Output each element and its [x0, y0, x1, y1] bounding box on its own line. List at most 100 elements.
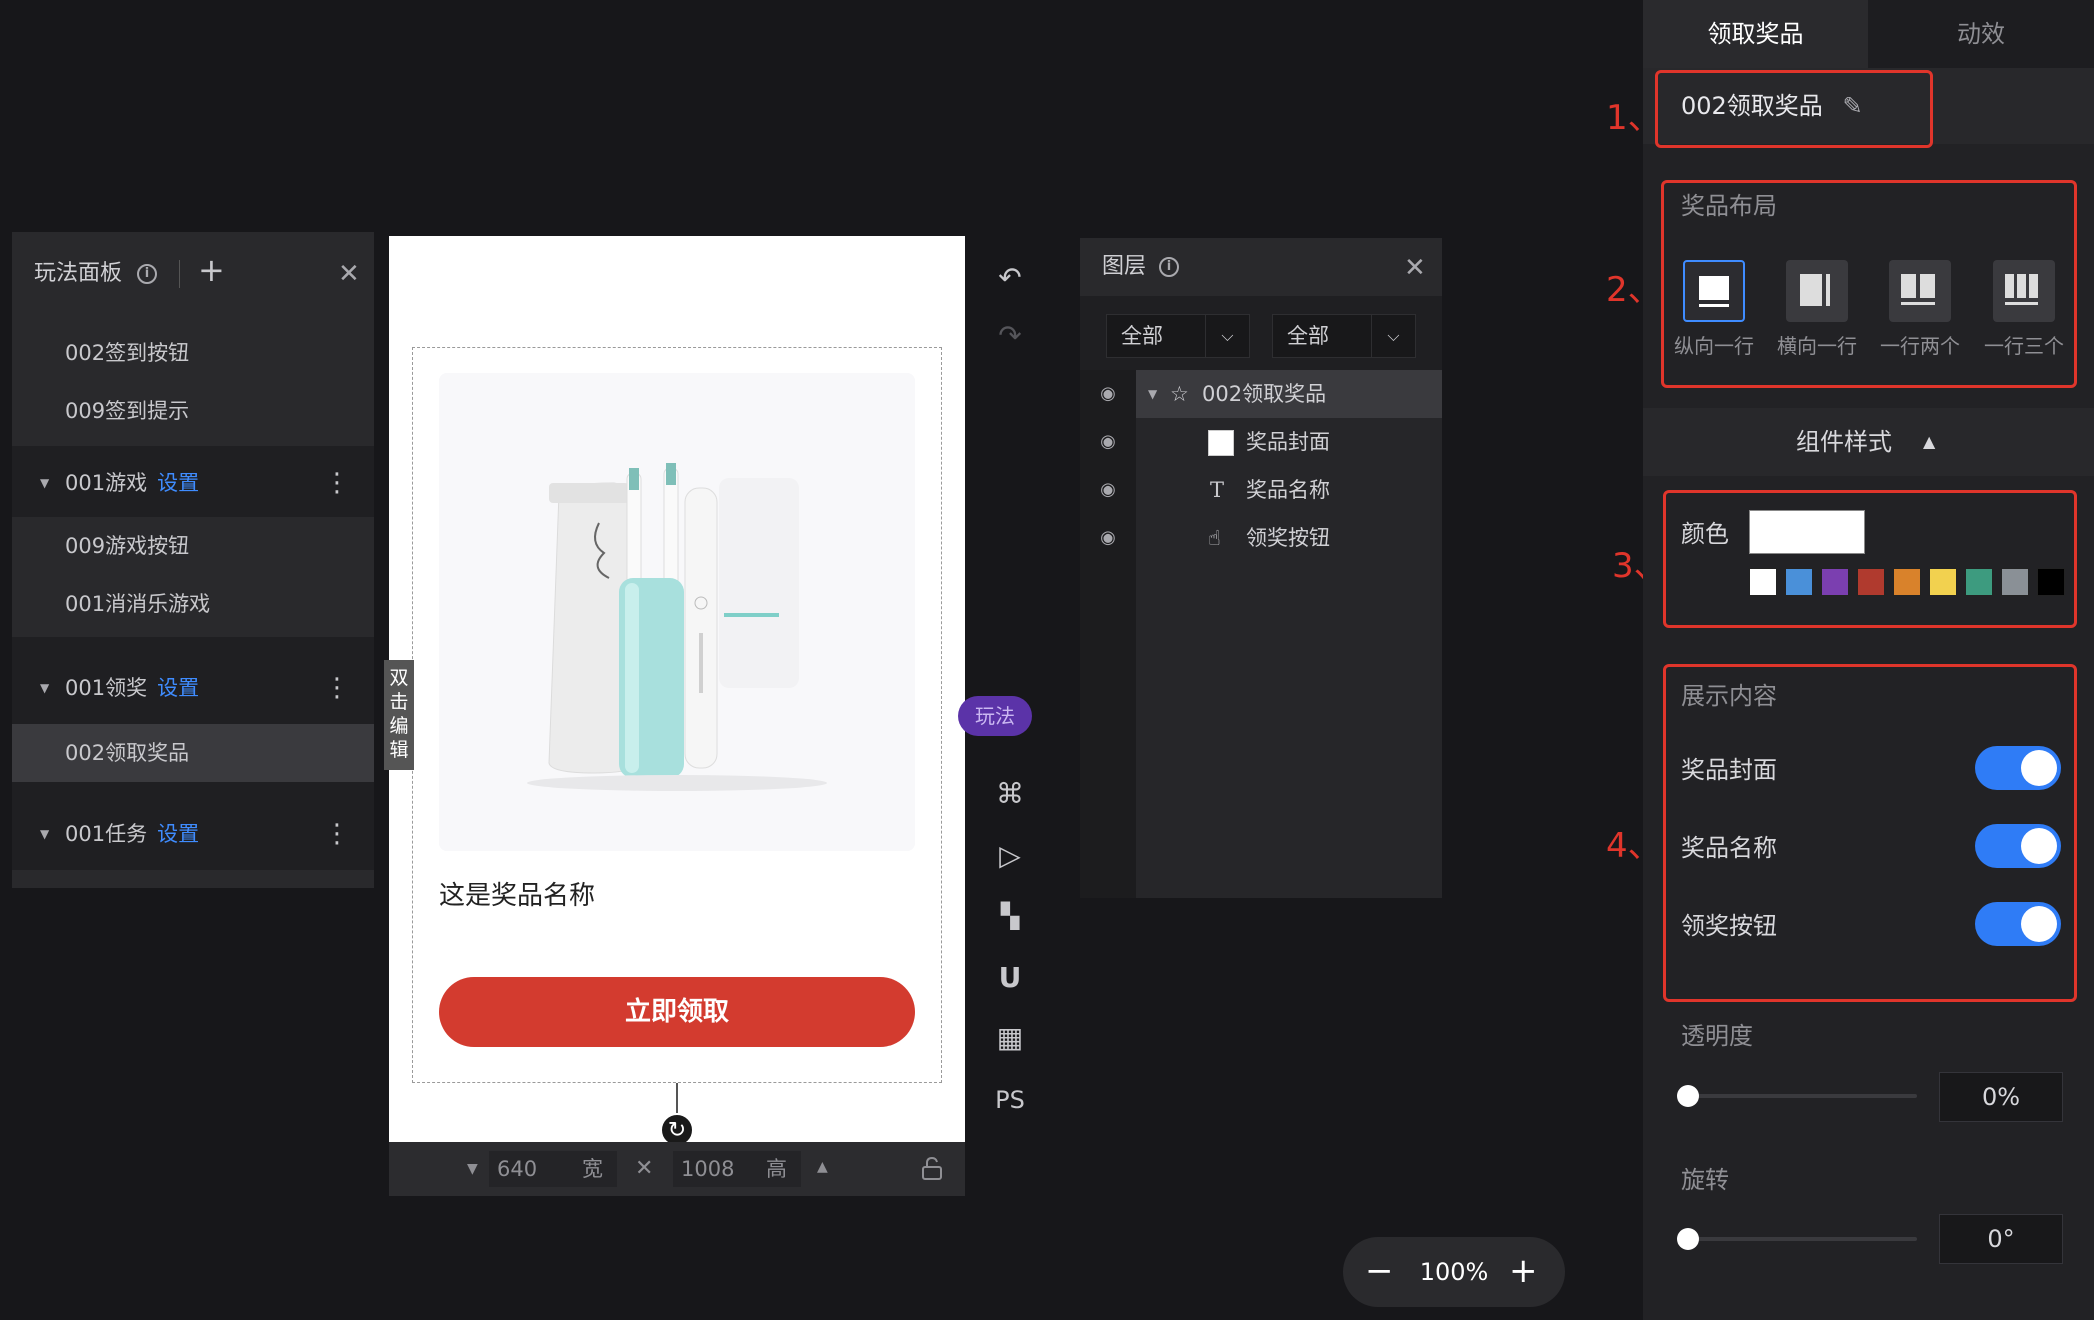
layout-vertical-option[interactable]: [1683, 260, 1745, 322]
layer-row[interactable]: 奖品封面: [1136, 418, 1442, 466]
redo-icon[interactable]: ↷: [990, 316, 1030, 356]
tab-claim-prize[interactable]: 领取奖品: [1643, 0, 1868, 68]
command-icon[interactable]: ⌘: [990, 774, 1030, 814]
rotate-slider-handle[interactable]: [1677, 1228, 1699, 1250]
list-item[interactable]: 002签到按钮: [12, 324, 374, 382]
group-game[interactable]: ▼ 001游戏 设置 ⋮: [12, 454, 374, 512]
group-prize[interactable]: ▼ 001领奖 设置 ⋮: [12, 659, 374, 717]
swatch-purple[interactable]: [1821, 568, 1849, 596]
prize-name[interactable]: 这是奖品名称: [439, 875, 595, 912]
info-icon[interactable]: i: [137, 264, 158, 284]
name-toggle[interactable]: [1975, 824, 2061, 868]
rotate-slider-track[interactable]: [1683, 1237, 1917, 1241]
caret-down-icon[interactable]: ▼: [40, 454, 49, 512]
settings-link[interactable]: 设置: [157, 822, 199, 846]
layout-horizontal-option[interactable]: [1786, 260, 1848, 322]
magnet-icon[interactable]: U: [990, 958, 1030, 998]
list-item[interactable]: 009游戏按钮: [12, 517, 374, 575]
caret-up-icon[interactable]: ▲: [1923, 408, 1935, 476]
color-preview[interactable]: [1749, 510, 1865, 554]
lock-open-icon[interactable]: [921, 1156, 943, 1180]
opacity-slider-handle[interactable]: [1677, 1085, 1699, 1107]
layout-caption: 一行两个: [1880, 334, 1960, 358]
button-toggle[interactable]: [1975, 902, 2061, 946]
chevron-down-icon: ⌵: [1371, 315, 1415, 357]
eye-icon[interactable]: ◉: [1096, 382, 1120, 406]
opacity-slider-track[interactable]: [1683, 1094, 1917, 1098]
width-input[interactable]: 640 宽: [489, 1151, 617, 1187]
caret-down-icon[interactable]: ▼: [40, 659, 49, 717]
list-item-selected[interactable]: 002领取奖品: [12, 724, 374, 782]
swatch-orange[interactable]: [1893, 568, 1921, 596]
swatch-black[interactable]: [2037, 568, 2065, 596]
eye-icon[interactable]: ◉: [1096, 430, 1120, 454]
layout-two-per-row-option[interactable]: [1889, 260, 1951, 322]
edit-pencil-icon[interactable]: ✎: [1842, 92, 1862, 120]
group-task[interactable]: ▼ 001任务 设置 ⋮: [12, 805, 374, 863]
claim-button[interactable]: 立即领取: [439, 977, 915, 1047]
tab-animation[interactable]: 动效: [1868, 0, 2094, 68]
rotate-input[interactable]: 0°: [1939, 1214, 2063, 1264]
cover-toggle[interactable]: [1975, 746, 2061, 790]
edit-tag-label: 双击编辑: [389, 667, 409, 761]
prize-cover-image[interactable]: [439, 373, 915, 851]
swatch-red[interactable]: [1857, 568, 1885, 596]
more-vertical-icon[interactable]: ⋮: [324, 659, 350, 717]
caret-down-icon[interactable]: ▼: [40, 805, 49, 863]
group-name: 001游戏: [65, 471, 148, 495]
undo-icon[interactable]: ↶: [990, 258, 1030, 298]
layer-row-group[interactable]: ▼ ☆ 002领取奖品: [1136, 370, 1442, 418]
eye-icon[interactable]: ◉: [1096, 478, 1120, 502]
layout-caption: 一行三个: [1984, 334, 2064, 358]
filter-value: 全部: [1121, 324, 1163, 348]
eye-icon[interactable]: ◉: [1096, 526, 1120, 550]
toggle-label: 奖品名称: [1681, 834, 1777, 862]
layer-row[interactable]: T 奖品名称: [1136, 466, 1442, 514]
filter-select-2[interactable]: 全部 ⌵: [1272, 314, 1416, 358]
swatch-yellow[interactable]: [1929, 568, 1957, 596]
swatch-gray[interactable]: [2001, 568, 2029, 596]
component-name-wrap[interactable]: 002领取奖品 ✎: [1681, 88, 1863, 124]
play-panel: 玩法面板 i + ✕ 002签到按钮 009签到提示 ▼ 001游戏 设置 ⋮ 0…: [12, 232, 374, 888]
list-item-label: 002领取奖品: [65, 741, 190, 765]
info-icon[interactable]: i: [1159, 257, 1180, 277]
caret-down-icon[interactable]: ▼: [467, 1154, 478, 1184]
layer-label: 领奖按钮: [1246, 526, 1330, 550]
list-item[interactable]: 001消消乐游戏: [12, 575, 374, 633]
play-chip[interactable]: 玩法: [958, 696, 1032, 736]
settings-link[interactable]: 设置: [157, 676, 199, 700]
grid-icon[interactable]: ▦: [990, 1018, 1030, 1058]
add-icon[interactable]: +: [198, 250, 225, 290]
play-panel-header: 玩法面板 i + ✕: [12, 232, 374, 316]
ps-icon[interactable]: PS: [990, 1080, 1030, 1120]
swatch-white[interactable]: [1749, 568, 1777, 596]
more-vertical-icon[interactable]: ⋮: [324, 454, 350, 512]
width-label: 宽: [582, 1157, 603, 1181]
caret-down-icon[interactable]: ▼: [1148, 370, 1157, 418]
double-click-edit-tag[interactable]: 双击编辑: [384, 660, 414, 770]
layout-three-per-row-option[interactable]: [1993, 260, 2055, 322]
layers-title: 图层: [1102, 254, 1147, 279]
color-label: 颜色: [1681, 520, 1729, 548]
panel-footer: [12, 870, 374, 888]
close-icon[interactable]: ✕: [1404, 248, 1426, 288]
close-icon[interactable]: ✕: [338, 254, 360, 294]
more-vertical-icon[interactable]: ⋮: [324, 805, 350, 863]
ruler-icon[interactable]: ▚: [990, 896, 1030, 936]
annotation-box-3: [1663, 490, 2077, 628]
height-input[interactable]: 1008 高: [673, 1151, 801, 1187]
zoom-in-button[interactable]: +: [1509, 1237, 1538, 1305]
list-item[interactable]: 009签到提示: [12, 382, 374, 440]
opacity-label: 透明度: [1681, 1022, 1753, 1050]
caret-up-icon[interactable]: ▲: [817, 1152, 828, 1182]
divider: [179, 260, 180, 288]
style-section-header[interactable]: 组件样式 ▲: [1643, 408, 2094, 476]
layer-row[interactable]: ☝ 领奖按钮: [1136, 514, 1442, 562]
opacity-input[interactable]: 0%: [1939, 1072, 2063, 1122]
swatch-blue[interactable]: [1785, 568, 1813, 596]
swatch-green[interactable]: [1965, 568, 1993, 596]
height-value: 1008: [681, 1157, 735, 1181]
settings-link[interactable]: 设置: [157, 471, 199, 495]
play-icon[interactable]: ▷: [990, 836, 1030, 876]
filter-select-1[interactable]: 全部 ⌵: [1106, 314, 1250, 358]
